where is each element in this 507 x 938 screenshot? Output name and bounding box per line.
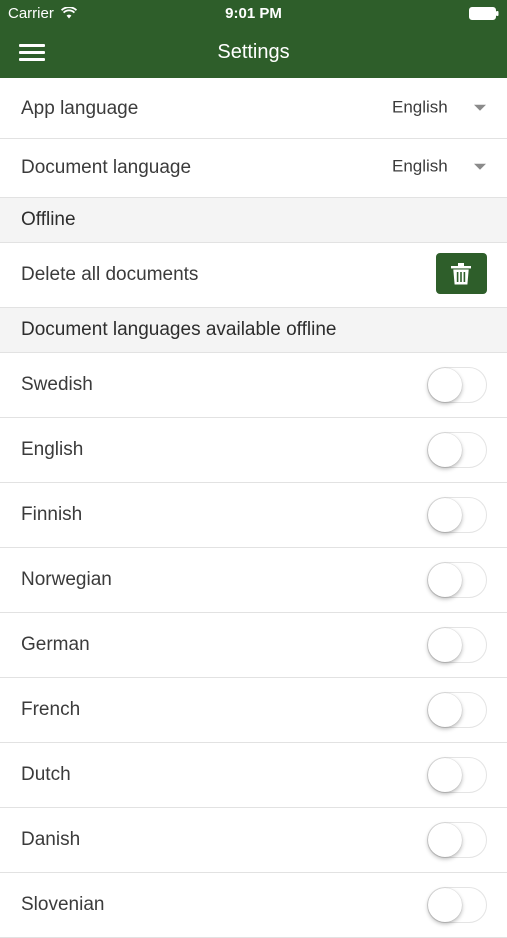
language-label: Swedish <box>21 374 93 395</box>
caret-down-icon <box>474 104 486 111</box>
toggle-knob <box>428 498 462 532</box>
document-language-row: Document language English <box>0 139 507 198</box>
language-label: German <box>21 634 90 655</box>
app-language-row: App language English <box>0 80 507 139</box>
language-row: German <box>0 613 507 678</box>
offline-header-label: Offline <box>21 209 76 230</box>
page-title: Settings <box>217 41 290 63</box>
toggle-knob <box>428 888 462 922</box>
language-toggle[interactable] <box>427 627 487 663</box>
clock: 9:01 PM <box>225 5 282 22</box>
language-row: Swedish <box>0 353 507 418</box>
language-toggle[interactable] <box>427 497 487 533</box>
language-row: Finnish <box>0 483 507 548</box>
language-toggle[interactable] <box>427 822 487 858</box>
settings-list: App language English Document language E… <box>0 80 507 938</box>
app-language-label: App language <box>21 98 139 119</box>
toggle-knob <box>428 628 462 662</box>
battery-icon <box>469 7 499 20</box>
language-label: French <box>21 699 81 720</box>
toggle-knob <box>428 823 462 857</box>
language-row: Danish <box>0 808 507 873</box>
trash-icon <box>451 263 471 285</box>
language-toggle[interactable] <box>427 887 487 923</box>
toggle-knob <box>428 368 462 402</box>
offline-languages-label: Document languages available offline <box>21 319 337 340</box>
language-label: Danish <box>21 829 81 850</box>
app-header: Carrier 9:01 PM Settings <box>0 0 507 78</box>
language-label: Finnish <box>21 504 83 525</box>
offline-section-header: Offline <box>0 198 507 243</box>
language-toggle[interactable] <box>427 692 487 728</box>
language-row: Slovenian <box>0 873 507 938</box>
language-row: Dutch <box>0 743 507 808</box>
app-language-value: English <box>392 97 448 117</box>
document-language-label: Document language <box>21 157 192 178</box>
document-language-value: English <box>392 156 448 176</box>
delete-documents-label: Delete all documents <box>21 264 199 285</box>
language-toggle[interactable] <box>427 562 487 598</box>
app-language-select[interactable]: English <box>392 95 492 121</box>
toggle-knob <box>428 563 462 597</box>
language-label: English <box>21 439 84 460</box>
toggle-knob <box>428 693 462 727</box>
toggle-knob <box>428 433 462 467</box>
language-label: Slovenian <box>21 894 105 915</box>
language-toggle[interactable] <box>427 432 487 468</box>
language-toggle[interactable] <box>427 367 487 403</box>
language-toggle[interactable] <box>427 757 487 793</box>
toggle-knob <box>428 758 462 792</box>
language-row: English <box>0 418 507 483</box>
caret-down-icon <box>474 163 486 170</box>
nav-bar: Settings <box>0 28 507 78</box>
offline-languages-header: Document languages available offline <box>0 308 507 353</box>
language-label: Norwegian <box>21 569 112 590</box>
language-row: French <box>0 678 507 743</box>
delete-documents-row: Delete all documents <box>0 243 507 308</box>
document-language-select[interactable]: English <box>392 154 492 180</box>
delete-all-button[interactable] <box>436 253 487 294</box>
language-row: Norwegian <box>0 548 507 613</box>
language-label: Dutch <box>21 764 71 785</box>
status-bar: Carrier 9:01 PM <box>0 0 507 28</box>
